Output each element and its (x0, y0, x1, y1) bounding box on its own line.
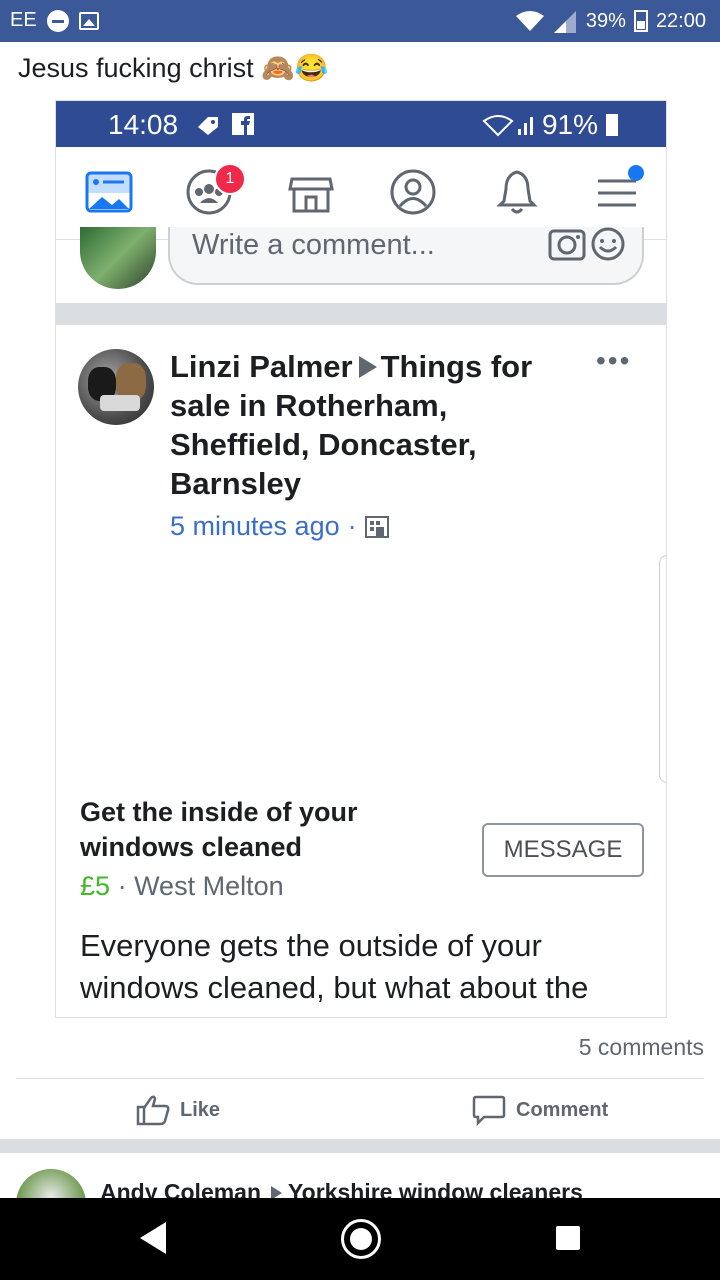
signal-icon (553, 11, 576, 33)
next-group-link[interactable]: Yorkshire window cleaners (288, 1179, 583, 1198)
comment-button[interactable]: Comment (472, 1094, 608, 1126)
image-notification-icon (78, 11, 99, 30)
avatar[interactable] (16, 1169, 86, 1198)
dot-separator: · (347, 511, 357, 541)
comment-input[interactable]: Write a comment... (168, 227, 644, 285)
thumbs-up-icon (136, 1095, 170, 1126)
feed-separator (0, 1139, 720, 1153)
facebook-icon (232, 113, 254, 135)
wifi-icon (515, 11, 544, 31)
android-nav-bar (0, 1198, 720, 1280)
carrier-label: EE (10, 9, 37, 31)
share-arrow-icon (271, 1185, 283, 1198)
group-privacy-icon (364, 515, 389, 538)
timestamp-row: 5 minutes ago · (170, 511, 389, 542)
notifications-bell-icon[interactable] (492, 167, 542, 217)
post-body: Everyone gets the outside of your window… (80, 928, 637, 1017)
comment-placeholder: Write a comment... (192, 229, 435, 261)
comment-bubble-icon (472, 1095, 506, 1126)
next-post: Andy Coleman Yorkshire window cleaners (0, 1153, 720, 1198)
share-arrow-icon (358, 355, 377, 378)
battery-percent: 39% (585, 9, 626, 32)
clock: 22:00 (655, 9, 706, 32)
next-post-title: Andy Coleman Yorkshire window cleaners (100, 1179, 583, 1198)
battery-icon (633, 10, 648, 32)
next-author-link[interactable]: Andy Coleman (100, 1179, 261, 1198)
comments-count[interactable]: 5 comments (579, 1034, 704, 1061)
dot-separator: · (117, 871, 135, 901)
avatar (80, 227, 156, 289)
feed-separator (56, 303, 666, 325)
price-location-row: £5 · West Melton (80, 871, 284, 902)
comment-composer: Write a comment... (56, 227, 666, 303)
do-not-disturb-icon (46, 9, 69, 32)
recent-apps-icon[interactable] (556, 1226, 580, 1250)
embedded-battery-icon (606, 114, 618, 136)
tag-icon (198, 117, 218, 135)
listing-title: Get the inside of your windows cleaned (80, 797, 358, 862)
back-icon[interactable] (140, 1222, 166, 1254)
post-caption: Jesus fucking christ 🙈😂 (18, 52, 328, 84)
message-button[interactable]: MESSAGE (482, 823, 644, 877)
embedded-status-bar: 14:08 91% (56, 101, 666, 147)
divider (16, 1078, 704, 1079)
location-label: West Melton (134, 871, 284, 901)
emoji-icon[interactable] (590, 227, 626, 261)
author-name-link[interactable]: Linzi Palmer (170, 349, 353, 384)
comment-label: Comment (516, 1098, 609, 1121)
status-bar: EE 39% 22:00 (0, 0, 720, 42)
embedded-clock: 14:08 (108, 109, 179, 140)
caption-text: Jesus fucking christ (18, 53, 254, 83)
post-title: Linzi Palmer Things for sale in Rotherham… (170, 347, 570, 503)
like-button[interactable]: Like (136, 1094, 220, 1126)
author-avatar[interactable] (78, 349, 154, 425)
notification-badge: 1 (214, 163, 246, 195)
price-label: £5 (80, 871, 111, 901)
embedded-battery-percent: 91% (541, 109, 598, 140)
home-icon[interactable] (341, 1219, 381, 1259)
profile-icon[interactable] (388, 167, 438, 217)
embedded-wifi-icon (482, 115, 533, 137)
like-label: Like (180, 1098, 221, 1121)
tears-of-joy-emoji: 😂 (294, 53, 329, 83)
see-no-evil-monkey-emoji: 🙈 (261, 53, 295, 83)
more-options-icon[interactable]: ••• (596, 345, 631, 377)
scroll-indicator (659, 555, 666, 783)
camera-icon[interactable] (548, 227, 586, 261)
menu-notification-dot (628, 165, 644, 181)
news-feed-icon[interactable] (84, 167, 134, 217)
post-timestamp[interactable]: 5 minutes ago (170, 511, 340, 542)
marketplace-icon[interactable] (286, 167, 336, 217)
embedded-screenshot: 14:08 91% 1 Write a comment... Linzi Pal… (55, 100, 667, 1018)
